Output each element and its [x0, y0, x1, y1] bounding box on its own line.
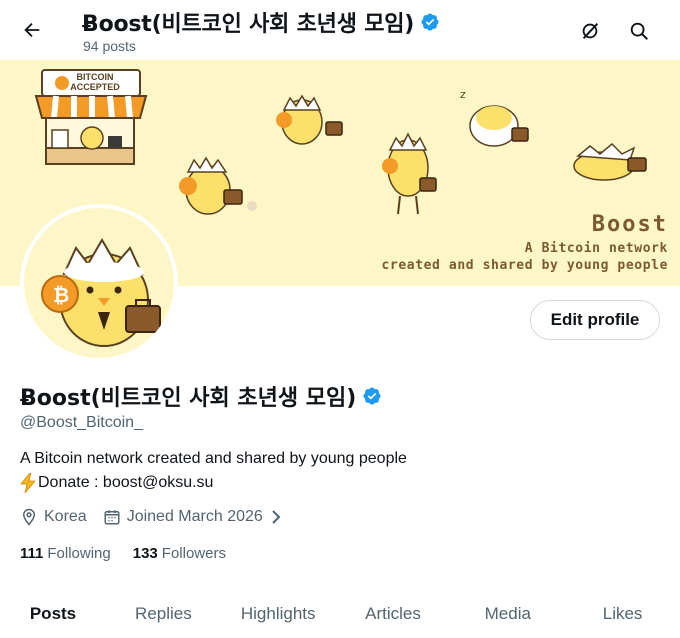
lightning-icon — [20, 473, 36, 493]
followers-label: Followers — [161, 545, 226, 562]
running-chick-illustration — [179, 156, 257, 215]
back-button[interactable] — [14, 12, 50, 48]
jumping-chick-illustration — [276, 94, 343, 145]
top-bar: Ƀoost(비트코인 사회 초년생 모임) 94 posts — [0, 0, 680, 58]
tab-replies[interactable]: Replies — [106, 590, 221, 638]
display-name: Ƀoost(비트코인 사회 초년생 모임) — [20, 386, 357, 411]
followers-link[interactable]: 133 Followers — [133, 545, 226, 562]
joined-text: Joined March 2026 — [126, 508, 263, 525]
following-count: 111 — [20, 545, 44, 562]
tab-media[interactable]: Media — [450, 590, 565, 638]
shop-sign-line1: BITCOIN — [76, 72, 114, 82]
bio-line2-row: Donate : boost@oksu.su — [20, 473, 213, 493]
svg-text:₿: ₿ — [53, 283, 69, 307]
edit-profile-button[interactable]: Edit profile — [530, 300, 660, 340]
shop-sign-line2: ACCEPTED — [70, 82, 120, 92]
profile-avatar[interactable]: ₿ — [20, 204, 178, 362]
location: Korea — [20, 508, 87, 526]
verified-badge-icon — [421, 13, 439, 31]
shop-sign: BITCOIN ACCEPTED — [50, 72, 140, 92]
profile-tabs: Posts Replies Highlights Articles Media … — [0, 590, 680, 638]
location-pin-icon — [22, 508, 36, 526]
chevron-right-icon — [272, 510, 281, 524]
followers-count: 133 — [132, 545, 158, 562]
following-link[interactable]: 111 Following — [20, 545, 111, 562]
bio-line1: A Bitcoin network created and shared by … — [20, 450, 407, 467]
banner-title: Boost — [591, 212, 668, 237]
profile-name: Ƀoost(비트코인 사회 초년생 모임) — [20, 380, 382, 412]
profile-handle: @Boost_Bitcoin_ — [20, 414, 143, 431]
header-title: Ƀoost(비트코인 사회 초년생 모임) — [82, 6, 440, 38]
back-arrow-icon — [24, 22, 40, 38]
header-title-text: Ƀoost(비트코인 사회 초년생 모임) — [82, 12, 415, 37]
bio-line2: Donate : boost@oksu.su — [38, 474, 214, 491]
verified-badge-icon[interactable] — [362, 386, 382, 406]
tab-highlights[interactable]: Highlights — [221, 590, 336, 638]
tab-articles[interactable]: Articles — [336, 590, 451, 638]
following-label: Following — [47, 545, 111, 562]
calendar-icon — [104, 510, 120, 525]
search-button[interactable] — [622, 14, 656, 48]
tab-posts[interactable]: Posts — [0, 590, 106, 638]
svg-text:z: z — [460, 88, 466, 101]
profile-meta: Korea Joined March 2026 — [20, 508, 299, 526]
lying-chick-illustration — [573, 142, 647, 181]
grok-icon — [582, 22, 599, 40]
posts-count: 94 posts — [83, 38, 136, 54]
sleeping-chick-illustration: z — [460, 88, 529, 147]
chick-avatar-icon: ₿ — [41, 238, 161, 347]
tab-likes[interactable]: Likes — [565, 590, 680, 638]
standing-chick-illustration — [382, 132, 437, 215]
search-icon — [630, 22, 648, 40]
grok-button[interactable] — [573, 14, 607, 48]
banner-subtitle-line2: created and shared by young people — [381, 258, 668, 273]
banner-subtitle-line1: A Bitcoin network — [524, 241, 668, 256]
joined-date[interactable]: Joined March 2026 — [103, 508, 283, 526]
location-text: Korea — [44, 508, 87, 525]
follow-stats: 111 Following 133 Followers — [20, 545, 226, 562]
